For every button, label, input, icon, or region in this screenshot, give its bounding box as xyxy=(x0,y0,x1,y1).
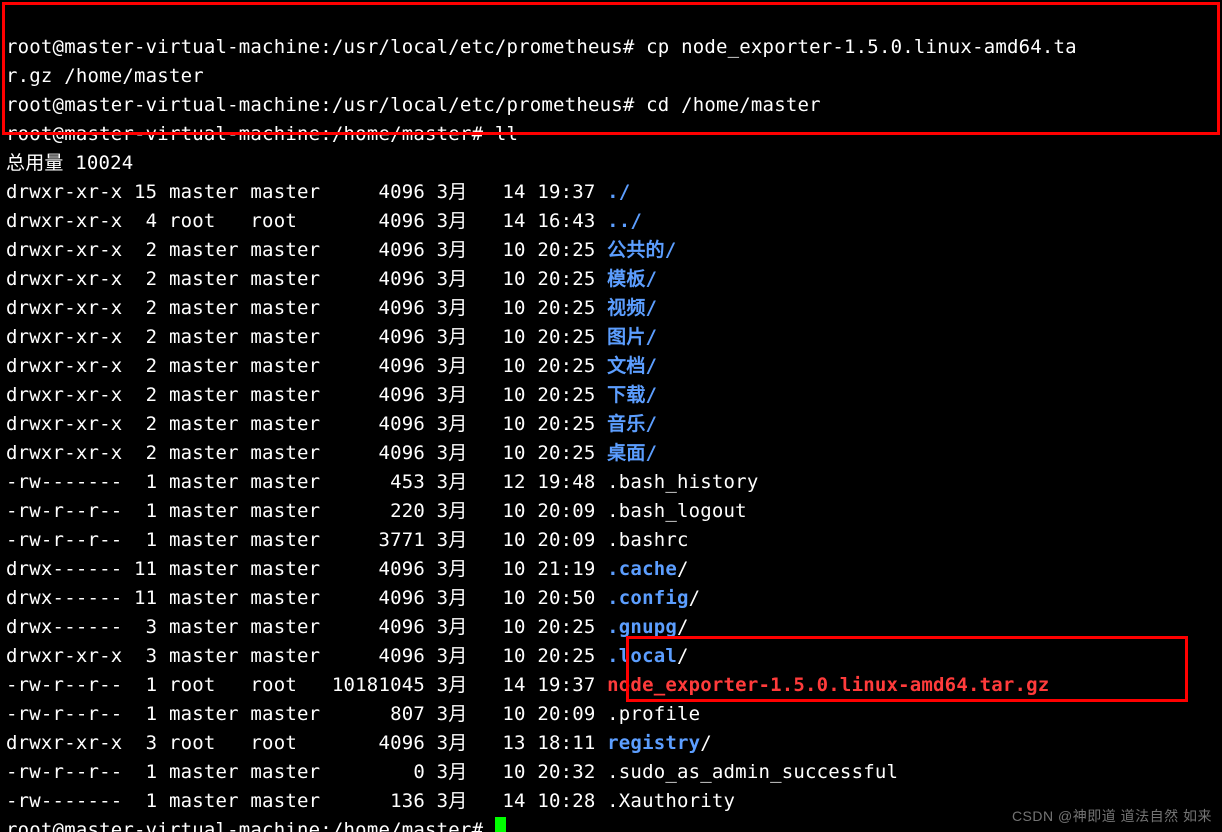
list-row: -rw------- 1 master master 136 3月 14 10:… xyxy=(6,790,735,812)
command-text: ll xyxy=(495,123,518,145)
list-row: -rw-r--r-- 1 master master 0 3月 10 20:32… xyxy=(6,761,898,783)
list-row: drwx------ 3 master master 4096 3月 10 20… xyxy=(6,616,689,638)
file-listing: drwxr-xr-x 15 master master 4096 3月 14 1… xyxy=(6,178,1216,816)
list-row: drwxr-xr-x 2 master master 4096 3月 10 20… xyxy=(6,442,657,464)
list-row: drwxr-xr-x 2 master master 4096 3月 10 20… xyxy=(6,326,657,348)
list-row: drwxr-xr-x 2 master master 4096 3月 10 20… xyxy=(6,268,657,290)
watermark: CSDN @神即道 道法自然 如来 xyxy=(1012,806,1212,826)
list-row: -rw------- 1 master master 453 3月 12 19:… xyxy=(6,471,758,493)
list-row: drwxr-xr-x 3 master master 4096 3月 10 20… xyxy=(6,645,689,667)
command-text: cp node_exporter-1.5.0.linux-amd64.ta xyxy=(646,36,1077,58)
list-row: drwxr-xr-x 15 master master 4096 3月 14 1… xyxy=(6,181,630,203)
cursor xyxy=(495,817,506,832)
prompt-path: /usr/local/etc/prometheus xyxy=(332,36,623,58)
prompt-line-1: root@master-virtual-machine:/usr/local/e… xyxy=(6,36,1077,58)
list-row: drwxr-xr-x 2 master master 4096 3月 10 20… xyxy=(6,297,657,319)
list-row: drwx------ 11 master master 4096 3月 10 2… xyxy=(6,587,700,609)
list-row: drwxr-xr-x 2 master master 4096 3月 10 20… xyxy=(6,355,657,377)
list-row: -rw-r--r-- 1 master master 3771 3月 10 20… xyxy=(6,529,689,551)
list-row: drwxr-xr-x 2 master master 4096 3月 10 20… xyxy=(6,239,676,261)
prompt-line-4: root@master-virtual-machine:/home/master… xyxy=(6,819,495,832)
terminal[interactable]: root@master-virtual-machine:/usr/local/e… xyxy=(0,0,1222,832)
list-row: -rw-r--r-- 1 master master 807 3月 10 20:… xyxy=(6,703,700,725)
total-line: 总用量 10024 xyxy=(6,152,133,174)
list-row: drwxr-xr-x 2 master master 4096 3月 10 20… xyxy=(6,384,657,406)
prompt-line-2: root@master-virtual-machine:/usr/local/e… xyxy=(6,94,821,116)
list-row: drwxr-xr-x 4 root root 4096 3月 14 16:43 … xyxy=(6,210,642,232)
prompt-userhost: root@master-virtual-machine xyxy=(6,36,320,58)
command-text: cd /home/master xyxy=(646,94,821,116)
list-row: drwxr-xr-x 2 master master 4096 3月 10 20… xyxy=(6,413,657,435)
list-row: drwx------ 11 master master 4096 3月 10 2… xyxy=(6,558,689,580)
list-row: -rw-r--r-- 1 master master 220 3月 10 20:… xyxy=(6,500,747,522)
list-row: drwxr-xr-x 3 root root 4096 3月 13 18:11 … xyxy=(6,732,712,754)
prompt-line-3: root@master-virtual-machine:/home/master… xyxy=(6,123,518,145)
list-row: -rw-r--r-- 1 root root 10181045 3月 14 19… xyxy=(6,674,1049,696)
prompt-line-1-cont: r.gz /home/master xyxy=(6,65,204,87)
